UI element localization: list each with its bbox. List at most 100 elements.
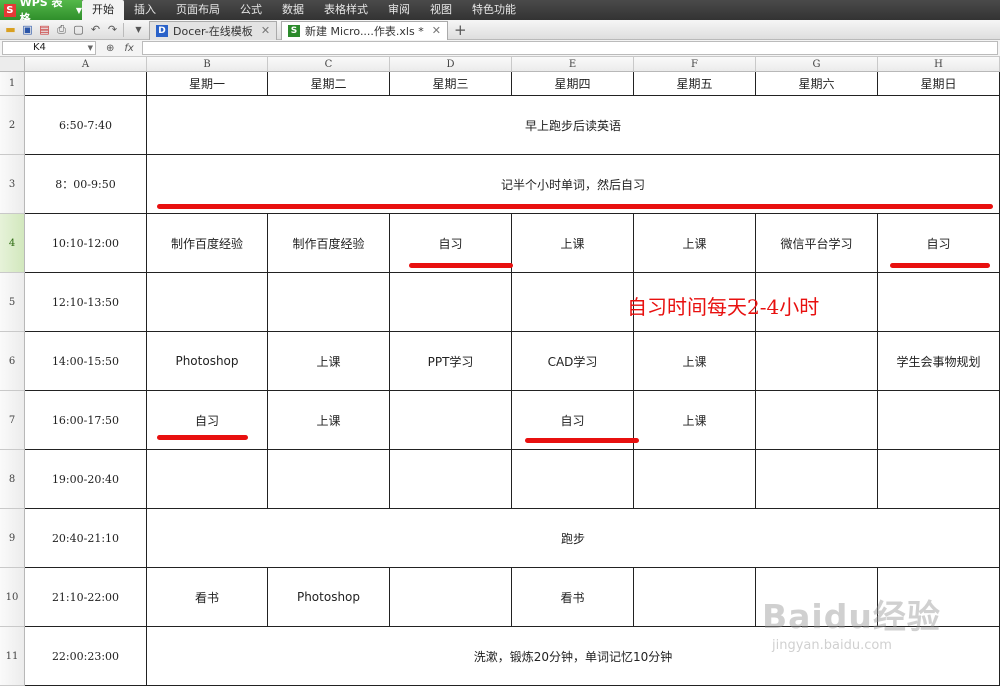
zoom-search-icon[interactable]: ⊕ [106,43,114,54]
export-pdf-icon[interactable]: ▤ [38,23,51,36]
schedule-cell[interactable] [878,273,1000,332]
merged-activity-cell[interactable]: 早上跑步后读英语 [147,96,1000,155]
schedule-cell[interactable] [390,273,512,332]
schedule-cell[interactable]: 上课 [268,391,390,450]
new-tab-plus-icon[interactable]: + [454,21,467,39]
header-cell-H[interactable]: 星期日 [878,72,1000,96]
column-header-C[interactable]: C [268,57,390,72]
customize-dropdown-icon[interactable]: ▼ [132,23,145,36]
schedule-cell[interactable] [634,568,756,627]
save-icon[interactable]: ▣ [21,23,34,36]
schedule-cell[interactable]: 上课 [634,214,756,273]
time-cell[interactable]: 16:00-17:50 [25,391,147,450]
header-cell-D[interactable]: 星期三 [390,72,512,96]
function-icon[interactable]: fx [124,43,133,54]
schedule-cell[interactable] [268,450,390,509]
menu-item-8[interactable]: 特色功能 [462,0,526,20]
schedule-cell[interactable] [512,273,634,332]
chevron-down-icon[interactable]: ▼ [88,42,93,54]
undo-icon[interactable]: ↶ [89,23,102,36]
schedule-cell[interactable] [878,450,1000,509]
schedule-cell[interactable] [390,568,512,627]
schedule-cell[interactable] [147,273,268,332]
schedule-cell[interactable]: PPT学习 [390,332,512,391]
time-cell[interactable]: 21:10-22:00 [25,568,147,627]
menu-item-6[interactable]: 审阅 [378,0,420,20]
header-cell-G[interactable]: 星期六 [756,72,878,96]
schedule-cell[interactable]: CAD学习 [512,332,634,391]
schedule-cell[interactable]: 上课 [634,391,756,450]
schedule-cell[interactable]: 制作百度经验 [147,214,268,273]
time-cell[interactable]: 12:10-13:50 [25,273,147,332]
header-cell-E[interactable]: 星期四 [512,72,634,96]
schedule-cell[interactable]: 上课 [268,332,390,391]
schedule-cell[interactable] [756,568,878,627]
row-header-8[interactable]: 8 [0,450,25,509]
schedule-cell[interactable] [878,568,1000,627]
schedule-cell[interactable]: 微信平台学习 [756,214,878,273]
row-header-2[interactable]: 2 [0,96,25,155]
redo-icon[interactable]: ↷ [106,23,119,36]
time-cell[interactable]: 10:10-12:00 [25,214,147,273]
close-icon[interactable]: ✕ [432,24,441,37]
print-preview-icon[interactable]: ▢ [72,23,85,36]
name-box[interactable]: K4 ▼ [2,41,96,55]
schedule-cell[interactable]: 学生会事物规划 [878,332,1000,391]
schedule-cell[interactable] [390,450,512,509]
row-header-11[interactable]: 11 [0,627,25,686]
column-header-F[interactable]: F [634,57,756,72]
row-header-4[interactable]: 4 [0,214,25,273]
row-header-5[interactable]: 5 [0,273,25,332]
schedule-cell[interactable] [878,391,1000,450]
app-menu-button[interactable]: S WPS 表格 ▼ [0,0,82,25]
schedule-cell[interactable] [390,391,512,450]
row-header-10[interactable]: 10 [0,568,25,627]
open-folder-icon[interactable]: ▬ [4,23,17,36]
menu-item-5[interactable]: 表格样式 [314,0,378,20]
column-header-E[interactable]: E [512,57,634,72]
schedule-cell[interactable]: Photoshop [147,332,268,391]
row-header-3[interactable]: 3 [0,155,25,214]
document-tab-0[interactable]: D Docer-在线模板 ✕ [149,20,278,40]
schedule-cell[interactable] [512,450,634,509]
time-cell[interactable]: 22:00:23:00 [25,627,147,686]
header-cell-B[interactable]: 星期一 [147,72,268,96]
header-cell-A[interactable] [25,72,147,96]
schedule-cell[interactable]: 上课 [634,332,756,391]
formula-input[interactable] [141,41,998,55]
menu-item-1[interactable]: 插入 [124,0,166,20]
schedule-cell[interactable]: 看书 [147,568,268,627]
select-all-corner[interactable] [0,57,25,72]
schedule-cell[interactable] [268,273,390,332]
schedule-cell[interactable]: 上课 [512,214,634,273]
document-tab-1[interactable]: S 新建 Micro....作表.xls * ✕ [281,20,448,40]
header-cell-F[interactable]: 星期五 [634,72,756,96]
time-cell[interactable]: 6:50-7:40 [25,96,147,155]
column-header-A[interactable]: A [25,57,147,72]
schedule-cell[interactable] [756,332,878,391]
schedule-cell[interactable]: 自习 [147,391,268,450]
schedule-cell[interactable] [756,391,878,450]
row-header-1[interactable]: 1 [0,72,25,96]
schedule-cell[interactable] [147,450,268,509]
menu-item-4[interactable]: 数据 [272,0,314,20]
time-cell[interactable]: 14:00-15:50 [25,332,147,391]
schedule-cell[interactable] [756,450,878,509]
menu-item-0[interactable]: 开始 [82,0,124,20]
time-cell[interactable]: 20:40-21:10 [25,509,147,568]
column-header-D[interactable]: D [390,57,512,72]
merged-activity-cell[interactable]: 跑步 [147,509,1000,568]
schedule-cell[interactable] [634,450,756,509]
row-header-7[interactable]: 7 [0,391,25,450]
menu-item-3[interactable]: 公式 [230,0,272,20]
row-header-6[interactable]: 6 [0,332,25,391]
schedule-cell[interactable]: 制作百度经验 [268,214,390,273]
column-header-G[interactable]: G [756,57,878,72]
close-icon[interactable]: ✕ [261,24,270,37]
column-header-H[interactable]: H [878,57,1000,72]
time-cell[interactable]: 8：00-9:50 [25,155,147,214]
schedule-cell[interactable]: 看书 [512,568,634,627]
schedule-cell[interactable]: Photoshop [268,568,390,627]
time-cell[interactable]: 19:00-20:40 [25,450,147,509]
menu-item-7[interactable]: 视图 [420,0,462,20]
